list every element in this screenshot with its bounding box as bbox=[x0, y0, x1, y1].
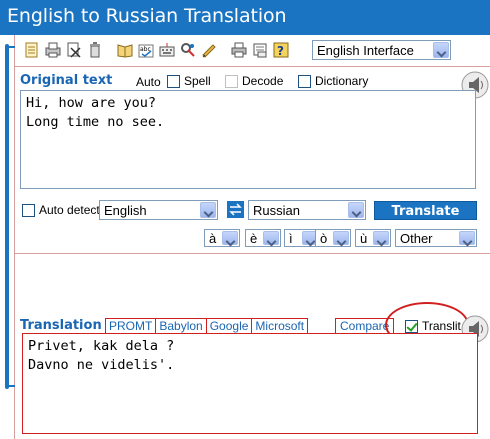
swap-languages-icon[interactable] bbox=[227, 201, 244, 218]
interface-select[interactable]: English Interface bbox=[312, 40, 451, 60]
app-title: English to Russian Translation bbox=[7, 5, 287, 27]
spell-option[interactable]: Spell bbox=[167, 74, 211, 88]
side-bar-tick bbox=[9, 46, 15, 48]
divider bbox=[15, 253, 490, 254]
spell-checkbox[interactable] bbox=[167, 74, 180, 88]
tab-babylon[interactable]: Babylon bbox=[155, 318, 207, 334]
auto-text: Auto bbox=[136, 75, 161, 89]
notepad-icon[interactable] bbox=[24, 42, 40, 58]
accent-a-value: à bbox=[209, 231, 217, 246]
title-bar: English to Russian Translation bbox=[0, 0, 490, 35]
keyboard-icon[interactable] bbox=[159, 42, 175, 58]
chevron-down-icon bbox=[333, 231, 349, 245]
decode-label: Decode bbox=[242, 74, 284, 88]
accent-u-select[interactable]: ù bbox=[355, 229, 391, 247]
print-preview-icon[interactable] bbox=[45, 42, 61, 58]
help-icon[interactable]: ? bbox=[273, 42, 289, 58]
other-chars-value: Other bbox=[400, 231, 433, 246]
dictionary-option[interactable]: Dictionary bbox=[298, 74, 368, 88]
chevron-down-icon bbox=[459, 231, 475, 245]
chevron-down-icon bbox=[222, 231, 238, 245]
dictionary-checkbox[interactable] bbox=[298, 74, 311, 88]
chevron-down-icon bbox=[373, 231, 389, 245]
delete-icon[interactable] bbox=[87, 42, 103, 58]
other-chars-select[interactable]: Other bbox=[395, 229, 477, 247]
source-language-select[interactable]: English bbox=[99, 200, 218, 220]
auto-label: Auto bbox=[136, 75, 161, 89]
engine-tabs: PROMT Babylon Google Microsoft bbox=[105, 318, 309, 335]
chevron-down-icon bbox=[200, 202, 216, 218]
svg-text:?: ? bbox=[277, 44, 284, 58]
dictionary-label: Dictionary bbox=[315, 74, 369, 88]
accent-i-value: ì bbox=[289, 231, 293, 246]
original-text-input[interactable]: Hi, how are you? Long time no see. bbox=[20, 90, 476, 189]
divider bbox=[15, 66, 490, 67]
accent-e-select[interactable]: è bbox=[245, 229, 281, 247]
side-bar-tick bbox=[9, 385, 15, 387]
tools-icon[interactable] bbox=[180, 42, 196, 58]
translation-label: Translation bbox=[20, 318, 102, 333]
source-language-value: English bbox=[104, 203, 147, 218]
accent-u-value: ù bbox=[360, 231, 368, 246]
accent-o-value: ò bbox=[320, 231, 328, 246]
chevron-down-icon bbox=[433, 42, 449, 58]
chevron-down-icon bbox=[348, 202, 364, 218]
spell-label: Spell bbox=[184, 74, 211, 88]
target-language-value: Russian bbox=[253, 203, 300, 218]
print-icon[interactable] bbox=[231, 42, 247, 58]
target-language-select[interactable]: Russian bbox=[248, 200, 366, 220]
translation-output: Privet, kak dela ? Davno ne videlis'. bbox=[22, 333, 478, 434]
edit-icon[interactable] bbox=[201, 42, 217, 58]
decode-option[interactable]: Decode bbox=[225, 74, 283, 88]
email-icon[interactable] bbox=[252, 42, 268, 58]
tab-microsoft[interactable]: Microsoft bbox=[251, 318, 309, 334]
auto-detect-label: Auto detect bbox=[39, 203, 100, 217]
spellcheck-icon[interactable]: abc bbox=[138, 42, 154, 58]
translate-button[interactable]: Translate bbox=[374, 201, 477, 220]
chevron-down-icon bbox=[263, 231, 279, 245]
toolbar: abc ? bbox=[24, 40, 294, 60]
accent-a-select[interactable]: à bbox=[204, 229, 240, 247]
tab-google[interactable]: Google bbox=[205, 318, 253, 334]
cut-icon[interactable] bbox=[66, 42, 82, 58]
decode-checkbox[interactable] bbox=[225, 74, 238, 88]
accent-o-select[interactable]: ò bbox=[315, 229, 351, 247]
auto-detect-checkbox[interactable] bbox=[22, 203, 35, 217]
interface-select-value: English Interface bbox=[317, 43, 414, 58]
side-bar-decoration bbox=[5, 44, 9, 389]
dictionary-book-icon[interactable] bbox=[117, 42, 133, 58]
auto-detect-option[interactable]: Auto detect bbox=[22, 203, 100, 217]
original-text-label: Original text bbox=[20, 73, 113, 88]
accent-e-value: è bbox=[250, 231, 258, 246]
